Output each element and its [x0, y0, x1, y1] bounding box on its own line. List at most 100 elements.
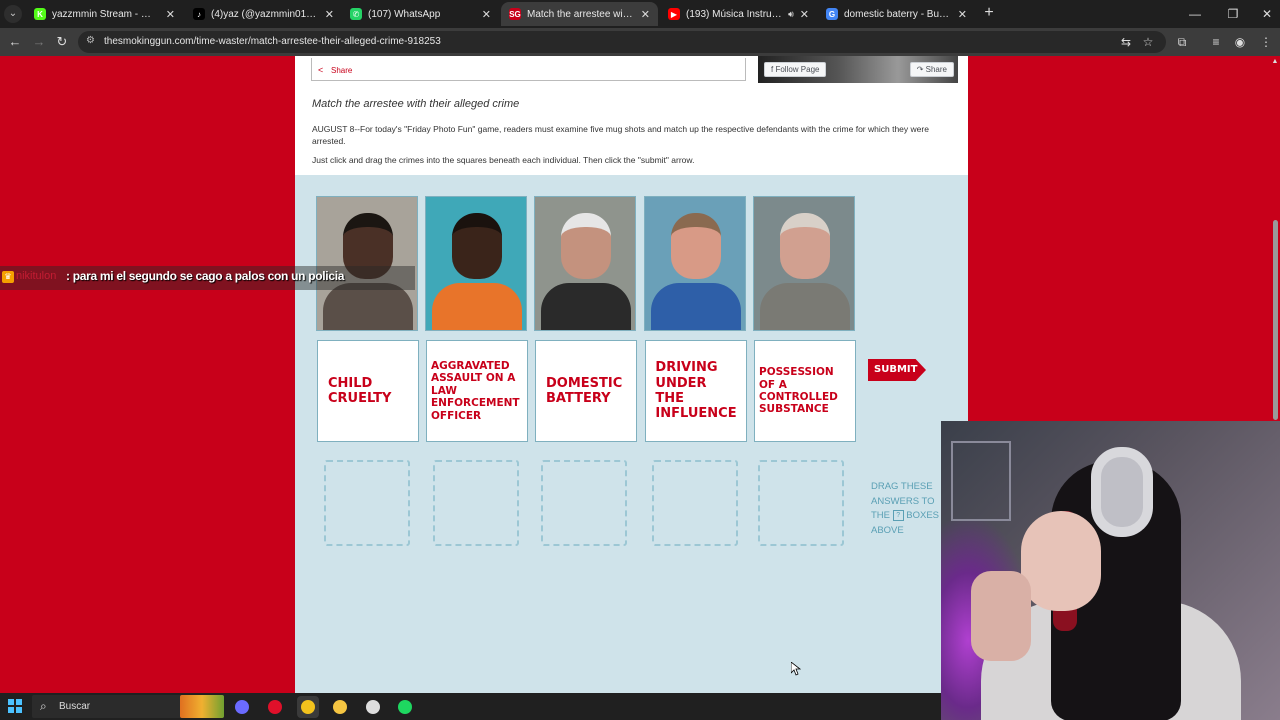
spotify-glyph	[398, 700, 412, 714]
mugshot-shirt	[760, 283, 850, 330]
obs-glyph	[366, 700, 380, 714]
minimize-button[interactable]: —	[1178, 0, 1212, 28]
scrollbar-thumb[interactable]	[1273, 220, 1278, 420]
browser-tab[interactable]: ▶ (193) Música Instrumental c 🔊︎ ✕	[660, 2, 817, 26]
bookmark-star-icon[interactable]: ☆	[1138, 32, 1158, 52]
crime-card[interactable]: AGGRAVATED ASSAULT ON A LAW ENFORCEMENT …	[426, 340, 528, 442]
browser-tab[interactable]: ✆ (107) WhatsApp ✕	[342, 2, 499, 26]
mouse-cursor-icon	[791, 662, 801, 676]
profile-avatar[interactable]: ◉	[1230, 32, 1250, 52]
share-arrow-icon: ↷	[916, 65, 926, 74]
smokinggun-icon: SG	[509, 8, 521, 20]
answer-drop-box[interactable]	[541, 460, 627, 546]
chat-text: : para mi el segundo se cago a palos con…	[66, 269, 345, 283]
speaker-icon[interactable]: 🔊︎	[788, 9, 794, 20]
extensions-icon[interactable]: ⧉	[1172, 32, 1192, 52]
browser-toolbar: ← → ↻ ⚙ thesmokinggun.com/time-waster/ma…	[0, 28, 1280, 56]
submit-button[interactable]: SUBMIT	[868, 359, 926, 381]
restore-button[interactable]: ❐	[1216, 0, 1250, 28]
content-column: < Share f Follow Page ↷ Share Match the …	[295, 56, 968, 693]
close-tab-icon[interactable]: ✕	[958, 8, 967, 21]
obs-icon[interactable]	[362, 696, 384, 718]
close-tab-icon[interactable]: ✕	[800, 8, 809, 21]
search-label: Buscar	[59, 701, 91, 712]
file-explorer-icon[interactable]	[329, 696, 351, 718]
article-intro: AUGUST 8--For today's "Friday Photo Fun"…	[312, 124, 929, 146]
mugshot-photo	[644, 196, 746, 331]
crime-card[interactable]: DRIVING UNDER THE INFLUENCE	[645, 340, 747, 442]
forward-button[interactable]: →	[29, 32, 49, 52]
article-instructions: Just click and drag the crimes into the …	[312, 155, 695, 165]
drag-hint: DRAG THESE ANSWERS TO THE ? BOXES ABOVE	[871, 480, 941, 538]
tiktok-icon: ♪	[193, 8, 205, 20]
share-bar: < Share	[311, 58, 746, 81]
browser-tab[interactable]: SG Match the arrestee with their al ✕	[501, 2, 658, 26]
address-bar[interactable]: ⚙ thesmokinggun.com/time-waster/match-ar…	[78, 31, 1166, 53]
url-text[interactable]: thesmokinggun.com/time-waster/match-arre…	[104, 36, 441, 47]
mugshot-shirt	[651, 283, 741, 330]
follow-label: Follow Page	[775, 65, 820, 74]
browser-tab[interactable]: Gdomestic baterry - Buscar con G ✕	[818, 2, 975, 26]
chrome-glyph	[301, 700, 315, 714]
crime-card[interactable]: DOMESTIC BATTERY	[535, 340, 637, 442]
tab-strip: ⌄ Kyazzmmin Stream - Watch Live o ✕ ♪ (4)ya…	[0, 0, 1280, 28]
browser-menu-icon[interactable]: ⋮	[1256, 32, 1276, 52]
tab-title: yazzmmin Stream - Watch Live o	[52, 8, 160, 20]
browser-tab[interactable]: ♪ (4)yaz (@yazmmin01) | TikTok ✕	[185, 2, 342, 26]
media-controls-icon[interactable]: ≡	[1206, 32, 1226, 52]
reload-button[interactable]: ↻	[52, 32, 72, 52]
close-tab-icon[interactable]: ✕	[641, 8, 650, 21]
kick-icon: K	[34, 8, 46, 20]
answer-drop-box[interactable]	[652, 460, 738, 546]
webcam-arm	[971, 571, 1031, 661]
tab-title: domestic baterry - Buscar con G	[844, 8, 952, 20]
mugshot-shirt	[541, 283, 631, 330]
mugshot-face	[671, 213, 721, 279]
close-window-button[interactable]: ✕	[1250, 0, 1280, 28]
search-highlight-image	[180, 695, 224, 718]
close-tab-icon[interactable]: ✕	[166, 8, 175, 21]
webcam-face	[1021, 511, 1101, 611]
question-box-icon: ?	[892, 509, 904, 521]
browser-tab[interactable]: Kyazzmmin Stream - Watch Live o ✕	[26, 2, 183, 26]
opera-glyph	[268, 700, 282, 714]
close-tab-icon[interactable]: ✕	[482, 8, 491, 21]
stream-chat-message: ♛ nikitulon : para mi el segundo se cago…	[0, 266, 415, 290]
webcam-shelf	[951, 441, 1011, 521]
back-button[interactable]: ←	[5, 32, 25, 52]
opera-icon[interactable]	[264, 696, 286, 718]
answer-drop-box[interactable]	[758, 460, 844, 546]
answer-drop-box[interactable]	[324, 460, 410, 546]
copilot-icon[interactable]	[231, 696, 253, 718]
crime-card[interactable]: POSSESSION OF A CONTROLLED SUBSTANCE	[754, 340, 856, 442]
translate-icon[interactable]: ⇆	[1116, 32, 1136, 52]
windows-start-icon[interactable]	[8, 699, 22, 713]
crime-card[interactable]: CHILD CRUELTY	[317, 340, 419, 442]
streamer-webcam	[941, 421, 1280, 720]
search-icon: ⌕	[40, 699, 47, 713]
google-icon: G	[826, 8, 838, 20]
windows-taskbar: ⌕ Buscar	[0, 693, 941, 720]
share-icon[interactable]: <	[318, 65, 323, 75]
fb-share-label: Share	[925, 65, 947, 74]
scroll-up-icon[interactable]: ▲	[1271, 58, 1279, 66]
facebook-follow-button[interactable]: f Follow Page	[764, 62, 827, 77]
share-link[interactable]: Share	[331, 66, 352, 75]
close-tab-icon[interactable]: ✕	[325, 8, 334, 21]
new-tab-button[interactable]: +	[980, 4, 998, 22]
facebook-share-button[interactable]: ↷ Share	[909, 62, 954, 77]
crown-badge-icon: ♛	[2, 271, 14, 283]
mugshot-shirt	[323, 283, 413, 330]
article-header: < Share f Follow Page ↷ Share Match the …	[295, 56, 968, 175]
spotify-icon[interactable]	[394, 696, 416, 718]
tab-title: (193) Música Instrumental c	[686, 8, 784, 20]
tab-search-button[interactable]: ⌄	[4, 5, 22, 23]
taskbar-search[interactable]: ⌕ Buscar	[32, 695, 224, 718]
answer-drop-box[interactable]	[433, 460, 519, 546]
mugshot-face	[452, 213, 502, 279]
chrome-icon[interactable]	[297, 696, 319, 718]
site-info-icon[interactable]: ⚙	[86, 35, 98, 47]
tab-title: (107) WhatsApp	[368, 8, 441, 20]
article-title: Match the arrestee with their alleged cr…	[312, 98, 520, 110]
chat-username: nikitulon	[16, 270, 57, 282]
